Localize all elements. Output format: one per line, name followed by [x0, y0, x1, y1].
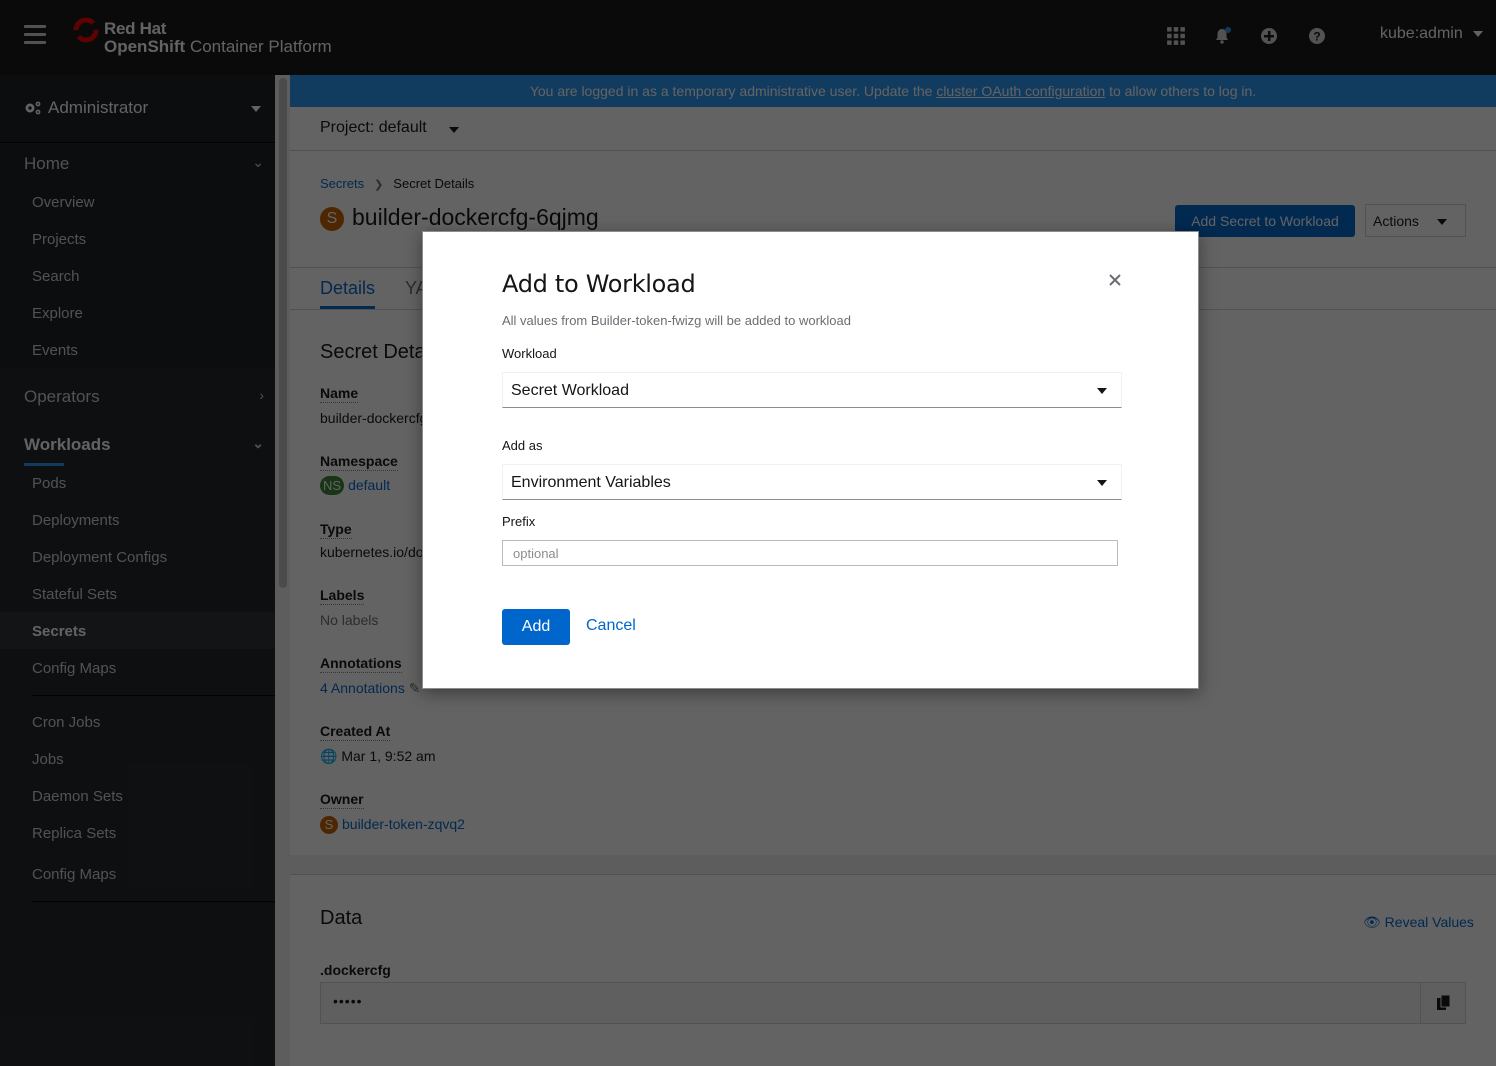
modal-title: Add to Workload	[502, 270, 696, 298]
workload-select[interactable]: Secret Workload	[502, 372, 1122, 408]
add-as-label: Add as	[502, 438, 543, 453]
add-as-select[interactable]: Environment Variables	[502, 464, 1122, 500]
caret-down-icon	[1097, 388, 1107, 394]
close-icon[interactable]	[1105, 270, 1125, 290]
cancel-button[interactable]: Cancel	[586, 617, 636, 635]
workload-label: Workload	[502, 346, 557, 361]
add-to-workload-modal: Add to Workload All values from Builder-…	[422, 231, 1199, 689]
prefix-label: Prefix	[502, 514, 536, 529]
modal-description: All values from Builder-token-fwizg will…	[502, 313, 851, 328]
caret-down-icon	[1097, 480, 1107, 486]
prefix-input[interactable]	[502, 540, 1118, 566]
add-button[interactable]: Add	[502, 609, 570, 645]
